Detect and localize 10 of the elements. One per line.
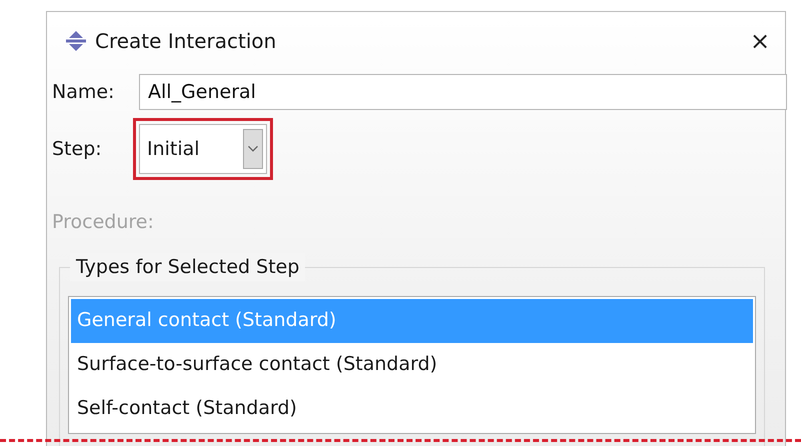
- name-field[interactable]: All_General: [139, 74, 787, 110]
- step-dropdown[interactable]: Initial: [139, 124, 267, 174]
- window-title: Create Interaction: [95, 28, 276, 55]
- step-label: Step:: [51, 136, 103, 162]
- procedure-label: Procedure:: [51, 210, 155, 235]
- name-label: Name:: [51, 80, 116, 105]
- close-button[interactable]: ×: [735, 23, 785, 59]
- list-item[interactable]: Self-contact (Standard): [71, 386, 753, 430]
- app-icon: [65, 30, 87, 52]
- list-item[interactable]: Surface-to-surface contact (Standard): [71, 342, 753, 386]
